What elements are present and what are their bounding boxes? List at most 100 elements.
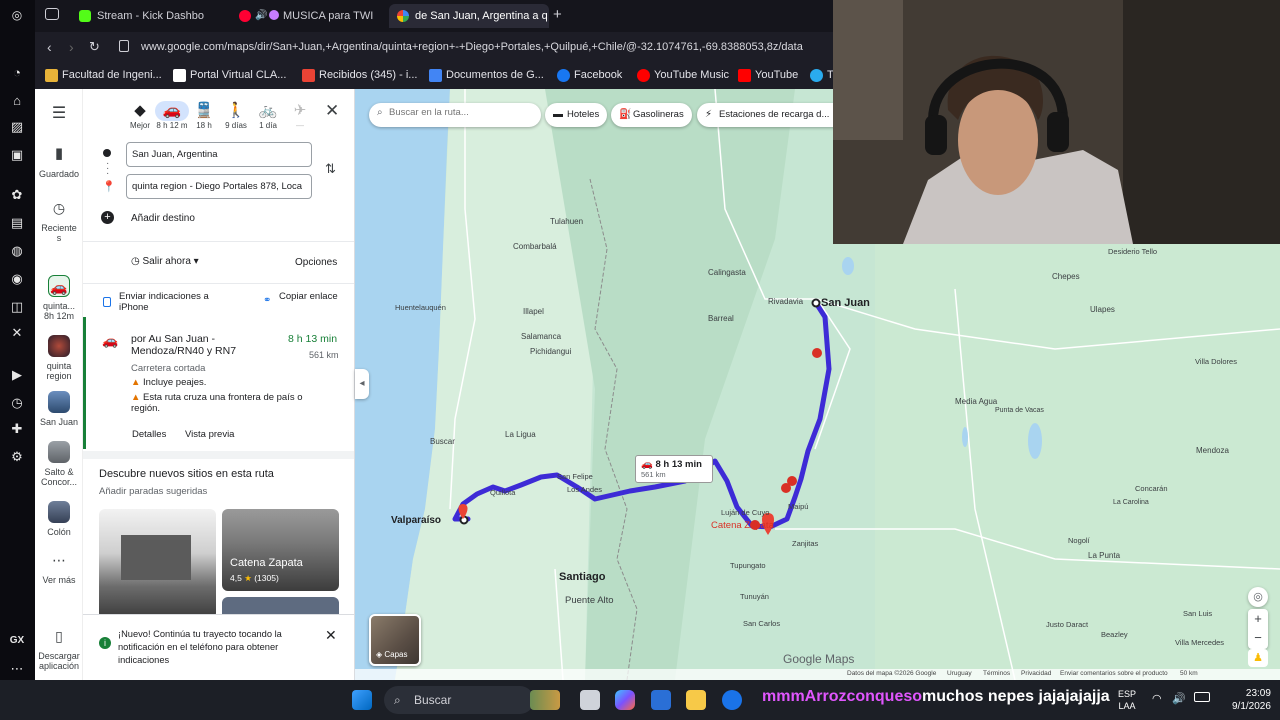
rail-recent[interactable]: ◷ Reciente s [35,197,83,243]
whatsapp-icon[interactable]: ◉ [8,270,26,288]
mode-transit[interactable]: 🚆 18 h [187,101,221,130]
add-icon[interactable]: + [101,211,114,224]
map-place-label[interactable]: Nogolí [1068,536,1090,545]
map-place-label[interactable]: Concarán [1135,484,1168,493]
zoom-in-button[interactable]: + [1248,609,1268,629]
rail-download[interactable]: ▯ Descargar aplicación [35,625,83,671]
map-place-label[interactable]: Santiago [559,571,605,583]
route-card[interactable]: 🚗 por Au San Juan - Mendoza/RN40 y RN7 8… [83,317,354,449]
mode-flight[interactable]: ✈ — [283,101,317,130]
map-place-label[interactable]: Los Andes [567,485,602,494]
map-place-label[interactable]: Valparaíso [391,515,441,526]
file-explorer-icon[interactable] [686,690,706,710]
bookmark-facultad[interactable]: Facultad de Ingeni... [45,69,162,82]
map-place-label[interactable]: Tulahuen [550,217,583,226]
app-icon[interactable] [722,690,742,710]
bookmark-docs[interactable]: Documentos de G... [429,69,544,82]
chip-hotels[interactable]: ▬ Hoteles [545,103,608,127]
map-place-label[interactable]: Quillota [490,488,515,497]
tab-overview-icon[interactable] [45,8,59,20]
map-place-label[interactable]: Maipú [788,502,808,511]
add-destination[interactable]: Añadir destino [131,213,195,224]
settings-icon[interactable]: ⚙ [8,448,26,466]
widgets-icon[interactable] [530,690,560,710]
map-place-label[interactable]: Calingasta [708,268,746,277]
map-place-label[interactable]: La Ligua [505,430,536,439]
mode-best[interactable]: ◆ Mejor [123,101,157,130]
start-windows-icon[interactable] [352,690,372,710]
map-place-label[interactable]: San Luis [1183,609,1212,618]
forward-icon[interactable]: › [69,39,74,55]
my-location-icon[interactable]: ◎ [1248,587,1268,607]
map-place-label[interactable]: Ulapes [1090,305,1115,314]
map-place-label[interactable]: Zanjitas [792,539,818,548]
messenger-icon[interactable]: ◍ [8,242,26,260]
chip-charging[interactable]: ⚡ Estaciones de recarga d... [697,103,845,127]
x-twitter-icon[interactable]: ✕ [8,324,26,342]
map-place-label[interactable]: La Punta [1088,551,1120,560]
map-place-label[interactable]: Media Agua [955,397,997,406]
map-place-label[interactable]: Villa Dolores [1195,357,1237,366]
rail-item-colon[interactable]: Colón [35,501,83,537]
history-icon[interactable]: ◔ [8,64,26,82]
map-place-label[interactable]: Pichidangui [530,347,571,356]
map-place-label[interactable]: La Carolina [1113,499,1149,506]
rail-item-quinta[interactable]: quinta region [35,335,83,381]
map-place-label[interactable]: Luján de Cuyo [721,508,769,517]
more-icon[interactable]: ⋯ [8,660,26,678]
rail-item-salto[interactable]: Salto & Concor... [35,441,83,487]
player-icon[interactable]: ▶ [8,366,26,384]
map-place-label[interactable]: Buscar [430,437,455,446]
pegman-icon[interactable]: ♟ [1248,649,1268,667]
task-view-icon[interactable] [580,690,600,710]
footer-feedback[interactable]: Enviar comentarios sobre el producto [1060,670,1168,677]
opera-logo-icon[interactable]: ◎ [8,6,26,24]
map-place-label[interactable]: San Carlos [743,619,780,628]
bookmark-telegram[interactable]: T [810,69,834,82]
taskbar-search[interactable]: ⌕ Buscar [384,686,534,714]
place-card-catena[interactable]: Catena Zapata 4,5 ★ (1305) [222,509,339,591]
bookmark-portal[interactable]: Portal Virtual CLA... [173,69,286,82]
new-tab-button[interactable]: + [553,6,562,23]
mode-walk[interactable]: 🚶 9 días [219,101,253,130]
map-place-label[interactable]: Punta de Vacas [995,407,1044,414]
preview-link[interactable]: Vista previa [185,429,234,440]
map-place-label[interactable]: Huentelauquén [395,303,446,312]
map-place-label[interactable]: Salamanca [521,332,561,341]
footer-terms[interactable]: Términos [983,670,1010,677]
map-place-label[interactable]: Tupungato [730,561,766,570]
layers-button[interactable]: ◈ Capas [369,614,421,666]
store-icon[interactable] [651,690,671,710]
back-icon[interactable]: ‹ [47,39,52,55]
speaker-icon[interactable]: 🔊 [255,4,267,28]
clock[interactable]: 23:09 9/1/2026 [1232,687,1271,713]
gaming-icon[interactable]: ⌂ [8,92,26,110]
copy-link[interactable]: Copiar enlace [279,291,339,302]
bookmark-facebook[interactable]: Facebook [557,69,622,82]
map-place-label[interactable]: Beazley [1101,630,1128,639]
close-icon[interactable]: ✕ [325,101,339,121]
origin-marker[interactable] [811,298,821,308]
route-time-bubble[interactable]: 🚗 8 h 13 min 561 km [635,455,713,483]
map-place-label[interactable]: Mendoza [1196,446,1229,455]
place-card-photo[interactable] [99,509,216,619]
reload-icon[interactable]: ↻ [89,39,100,55]
map-place-label[interactable]: Villa Mercedes [1175,638,1224,647]
depart-dropdown[interactable]: ◷ Salir ahora ▾ [131,256,199,267]
wifi-icon[interactable]: ◠ [1152,692,1162,705]
chatgpt-icon[interactable]: ✿ [8,186,26,204]
chip-gas[interactable]: ⛽ Gasolineras [611,103,692,127]
rail-item-sanjuan[interactable]: San Juan [35,391,83,427]
route-search[interactable]: ⌕ [369,103,541,127]
tab-kick[interactable]: Stream - Kick Dashbo [71,4,223,28]
language-indicator[interactable]: ESP LAA [1118,688,1136,712]
destination-input[interactable]: quinta region - Diego Portales 878, Loca [126,174,312,199]
footer-country[interactable]: Uruguay [947,670,972,677]
map-place-label[interactable]: Puente Alto [565,595,614,606]
url-field[interactable]: www.google.com/maps/dir/San+Juan,+Argent… [141,41,803,53]
route-search-input[interactable] [389,107,534,118]
details-link[interactable]: Detalles [132,429,166,440]
map-place-label[interactable]: Desiderio Tello [1108,247,1157,256]
map-place-label[interactable]: Justo Daract [1046,620,1088,629]
rail-saved[interactable]: ▮ Guardado [35,143,83,179]
